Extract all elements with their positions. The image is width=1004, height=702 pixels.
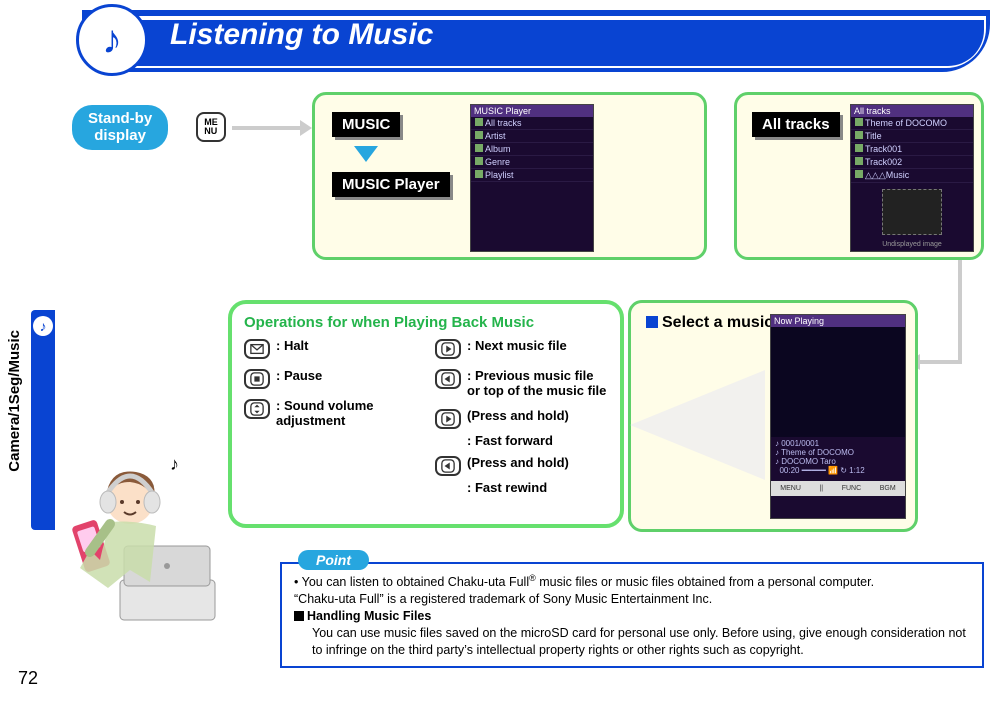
point-trademark: “Chaku-uta Full” is a registered tradema…	[294, 591, 970, 608]
placeholder-image-icon	[882, 189, 942, 235]
list-item: △△△Music	[851, 169, 973, 183]
chip-music-player: MUSIC Player	[332, 172, 450, 197]
artist-name: ♪ DOCOMO Taro	[775, 457, 901, 466]
svg-text:♪: ♪	[170, 454, 179, 474]
menu-key-icon: MENU	[196, 112, 226, 142]
mail-key-icon	[244, 339, 270, 359]
screenshot-music-player-menu: MUSIC Player All tracks Artist Album Gen…	[470, 104, 594, 252]
operations-left-col: : Halt : Pause : Sound volume adjustment	[244, 339, 417, 503]
arrow-icon	[918, 360, 962, 364]
track-counter: ♪ 0001/0001	[775, 439, 901, 448]
standby-line1: Stand-by	[88, 110, 152, 127]
point-heading: Handling Music Files	[294, 608, 970, 625]
standby-line2: display	[94, 127, 146, 144]
music-note-icon: ♪	[33, 316, 53, 336]
softkey: FUNC	[842, 485, 861, 492]
operations-title: Operations for when Playing Back Music	[244, 314, 608, 331]
left-key-icon	[435, 456, 461, 476]
right-key-icon	[435, 409, 461, 429]
list-item: Theme of DOCOMO	[851, 117, 973, 130]
list-item: Genre	[471, 156, 593, 169]
left-key-icon	[435, 369, 461, 389]
point-body: You can use music files saved on the mic…	[294, 625, 970, 659]
op-label: : Next music file	[467, 339, 567, 354]
operations-right-col: : Next music file : Previous music file …	[435, 339, 608, 503]
op-label: : Sound volume adjustment	[276, 399, 417, 429]
softkey: BGM	[880, 485, 896, 492]
list-item: Track001	[851, 143, 973, 156]
section-tab: ♪	[31, 310, 55, 530]
chip-all-tracks: All tracks	[752, 112, 840, 137]
list-item: Artist	[471, 130, 593, 143]
chevron-down-icon	[354, 146, 378, 162]
page-number: 72	[18, 668, 38, 689]
op-label: : Fast rewind	[435, 480, 608, 495]
op-label: : Previous music file or top of the musi…	[467, 369, 608, 399]
person-illustration: ♪ ♪	[60, 450, 225, 630]
op-hold: (Press and hold)	[467, 409, 569, 424]
op-hold: (Press and hold)	[467, 456, 569, 471]
callout-beam	[630, 370, 765, 480]
softkey: MENU	[780, 485, 801, 492]
track-name: ♪ Theme of DOCOMO	[775, 448, 901, 457]
screenshot-now-playing: Now Playing ♪ 0001/0001 ♪ Theme of DOCOM…	[770, 314, 906, 519]
center-key-icon	[244, 369, 270, 389]
chip-music: MUSIC	[332, 112, 400, 137]
screenshot-all-tracks: All tracks Theme of DOCOMO Title Track00…	[850, 104, 974, 252]
footer-label: Undisplayed image	[851, 241, 973, 248]
list-item: Playlist	[471, 169, 593, 182]
point-tab: Point	[298, 550, 369, 570]
screen-title: Now Playing	[771, 315, 905, 327]
music-note-icon: ♪	[76, 4, 148, 76]
list-item: All tracks	[471, 117, 593, 130]
op-label: : Fast forward	[435, 433, 608, 448]
point-bullet: • You can listen to obtained Chaku-uta F…	[294, 572, 970, 591]
op-label: : Pause	[276, 369, 322, 384]
list-item: Track002	[851, 156, 973, 169]
softkey: ||	[819, 485, 823, 492]
list-item: Album	[471, 143, 593, 156]
right-key-icon	[435, 339, 461, 359]
screen-title: All tracks	[851, 105, 973, 117]
point-box: • You can listen to obtained Chaku-uta F…	[280, 562, 984, 668]
screen-title: MUSIC Player	[471, 105, 593, 117]
operations-panel: Operations for when Playing Back Music :…	[228, 300, 624, 528]
standby-display-label: Stand-by display	[72, 105, 168, 150]
arrow-icon	[232, 126, 302, 130]
page-title: Listening to Music	[170, 18, 433, 52]
elapsed-time: 00:20 ━━━━━ 📶 ↻ 1:12	[775, 466, 901, 475]
op-label: : Halt	[276, 339, 309, 354]
updown-key-icon	[244, 399, 270, 419]
section-tab-label: Camera/1Seg/Music	[6, 330, 23, 472]
list-item: Title	[851, 130, 973, 143]
arrow-icon	[958, 260, 962, 360]
